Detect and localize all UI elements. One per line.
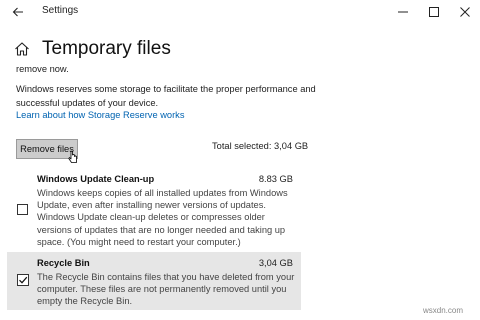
list-item-recycle-bin[interactable]: Recycle Bin 3,04 GB The Recycle Bin cont…	[7, 252, 301, 310]
page-title: Temporary files	[42, 38, 171, 59]
item-description: The Recycle Bin contains files that you …	[37, 272, 295, 307]
total-selected-label: Total selected: 3,04 GB	[212, 141, 309, 151]
list-item-windows-update-cleanup[interactable]: Windows Update Clean-up 8.83 GB Windows …	[7, 166, 301, 248]
item-size: 3,04 GB	[258, 258, 293, 268]
minimize-icon[interactable]	[388, 0, 418, 24]
back-arrow-icon[interactable]	[9, 3, 27, 21]
item-size: 8.83 GB	[258, 174, 293, 184]
window-title: Settings	[42, 5, 79, 16]
checkmark-icon	[19, 276, 28, 284]
storage-reserve-text: Windows reserves some storage to facilit…	[16, 84, 316, 108]
title-bar: Settings	[0, 0, 480, 24]
maximize-icon[interactable]	[419, 0, 449, 24]
watermark: wsxdn.com	[423, 306, 464, 315]
checkbox-windows-update-cleanup[interactable]	[17, 204, 28, 215]
close-icon[interactable]	[450, 0, 480, 24]
item-description: Windows keeps copies of all installed up…	[37, 188, 288, 247]
storage-reserve-link[interactable]: Learn about how Storage Reserve works	[16, 110, 184, 120]
page-header: Temporary files	[14, 36, 171, 62]
item-title: Recycle Bin	[37, 258, 90, 268]
checkbox-recycle-bin[interactable]	[17, 274, 29, 286]
item-title: Windows Update Clean-up	[37, 174, 155, 184]
mouse-pointer-icon	[68, 150, 78, 165]
intro-text-tail: remove now.	[16, 64, 69, 74]
home-icon[interactable]	[14, 40, 32, 58]
